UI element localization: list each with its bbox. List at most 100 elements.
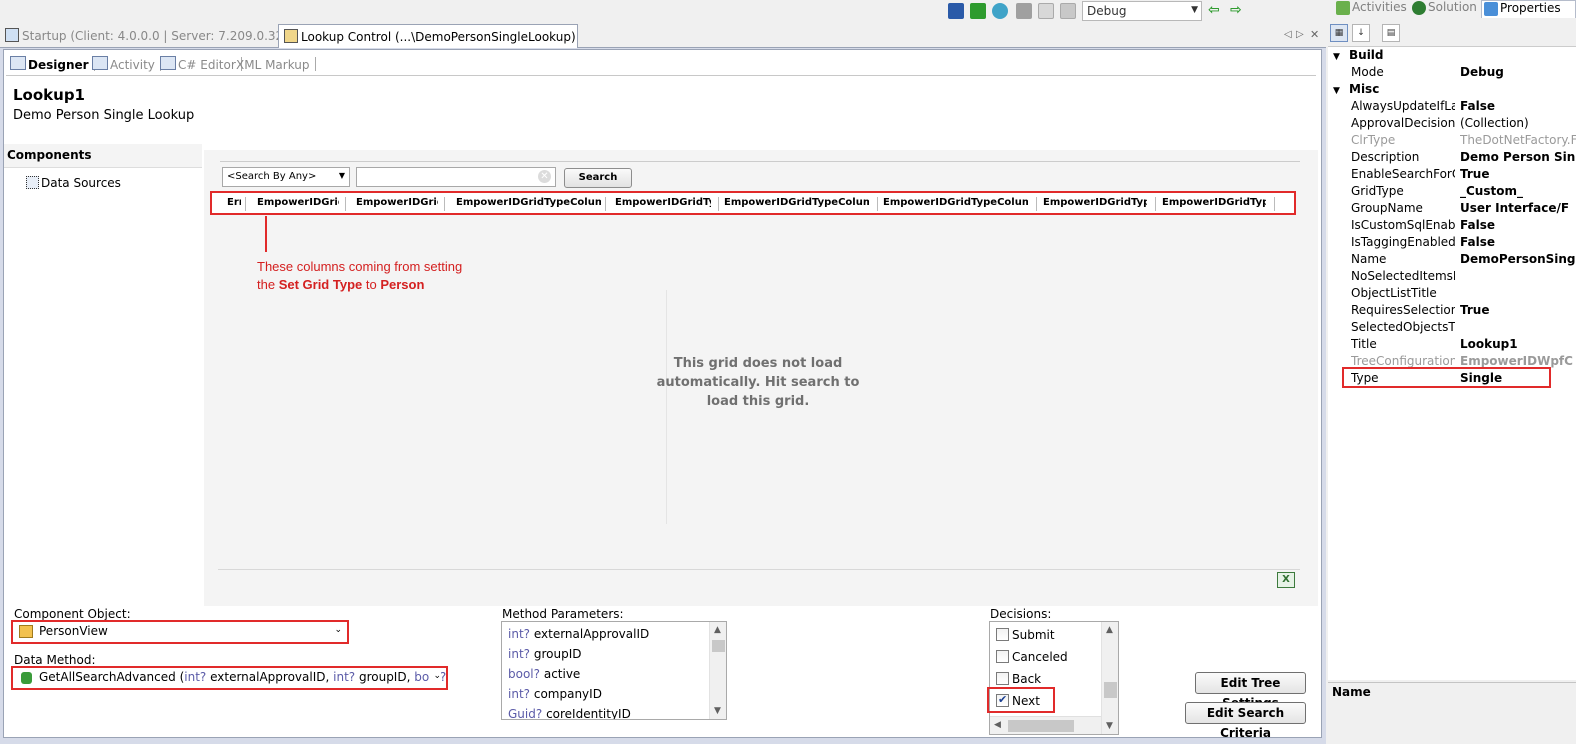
decision-item[interactable]: Canceled	[990, 648, 1100, 668]
decision-item[interactable]: Submit	[990, 626, 1100, 646]
tab-designer[interactable]: Designer	[6, 53, 95, 75]
back-arrow-icon[interactable]: ⇦	[1208, 2, 1220, 18]
property-value[interactable]: (Collection)	[1460, 116, 1576, 130]
excel-export-icon[interactable]: X	[1277, 572, 1295, 588]
property-pages-icon[interactable]: ▤	[1382, 24, 1400, 42]
decisions-list[interactable]: Submit Canceled Back Next ◀ ▲ ▼	[989, 621, 1119, 735]
column-separator[interactable]	[718, 197, 719, 211]
property-name[interactable]: GroupName	[1351, 201, 1455, 215]
horizontal-scrollbar[interactable]: ◀	[990, 716, 1102, 734]
vertical-scrollbar[interactable]: ▲ ▼	[709, 622, 726, 719]
copy-icon[interactable]	[1038, 3, 1054, 19]
column-separator[interactable]	[1274, 197, 1275, 211]
method-parameters-list[interactable]: int? externalApprovalID int? groupID boo…	[501, 621, 727, 720]
property-value[interactable]: True	[1460, 167, 1576, 181]
grid-column-header[interactable]: EmpowerIDGridTypeColumns_	[883, 197, 1028, 208]
property-value[interactable]: Lookup1	[1460, 337, 1576, 351]
column-separator[interactable]	[1155, 197, 1156, 211]
chevron-up-icon[interactable]: ▲	[1106, 625, 1113, 635]
scrollbar-thumb[interactable]	[1008, 720, 1074, 732]
column-separator[interactable]	[444, 197, 445, 211]
tree-item-data-sources[interactable]: Data Sources	[41, 176, 121, 190]
chevron-up-icon[interactable]: ▲	[714, 625, 721, 635]
column-separator[interactable]	[877, 197, 878, 211]
grid-column-header[interactable]: Err	[227, 197, 241, 208]
property-name[interactable]: ObjectListTitle	[1351, 286, 1455, 300]
list-item[interactable]: int? groupID	[508, 647, 581, 661]
grid-column-header[interactable]: EmpowerIDGridTypeC	[1043, 197, 1147, 208]
column-separator[interactable]	[1036, 197, 1037, 211]
search-button[interactable]: Search	[564, 168, 632, 188]
category-build[interactable]: ▼ Build	[1333, 48, 1384, 62]
scrollbar-thumb[interactable]	[712, 640, 725, 652]
property-name[interactable]: Description	[1351, 150, 1455, 164]
search-by-select[interactable]: <Search By Any> ▼	[222, 167, 350, 187]
property-value[interactable]: False	[1460, 99, 1576, 113]
tab-csharp-editor[interactable]: C# Editor	[156, 53, 242, 75]
property-name[interactable]: SelectedObjectsTi	[1351, 320, 1455, 334]
tab-lookup-control[interactable]: Lookup Control (...\DemoPersonSingleLook…	[278, 24, 578, 48]
property-value[interactable]: True	[1460, 303, 1576, 317]
property-value[interactable]: False	[1460, 235, 1576, 249]
collapse-icon[interactable]: ▼	[1333, 52, 1349, 62]
grid-column-header[interactable]: EmpowerIDGridTyp	[615, 197, 711, 208]
tab-solution[interactable]: Solution	[1410, 0, 1477, 18]
property-name[interactable]: TreeConfiguration	[1351, 354, 1455, 368]
scroll-right-icon[interactable]: ▷	[1296, 29, 1304, 40]
forward-arrow-icon[interactable]: ⇨	[1230, 2, 1242, 18]
check-icon[interactable]	[970, 3, 986, 19]
category-misc[interactable]: ▼ Misc	[1333, 82, 1379, 96]
property-name[interactable]: EnableSearchForO	[1351, 167, 1455, 181]
collapse-icon[interactable]: ▼	[1333, 86, 1349, 96]
column-separator[interactable]	[245, 197, 246, 211]
run-icon[interactable]	[992, 3, 1008, 19]
decision-checkbox[interactable]	[996, 650, 1009, 663]
stop-icon[interactable]	[1016, 3, 1032, 19]
list-item[interactable]: bool? active	[508, 667, 580, 681]
scrollbar-thumb[interactable]	[1104, 682, 1117, 698]
component-object-select[interactable]: PersonView ⌄	[11, 620, 349, 644]
property-value[interactable]: EmpowerIDWpfC	[1460, 354, 1576, 368]
list-item[interactable]: Guid? coreIdentityID	[508, 707, 631, 719]
close-icon[interactable]: ✕	[1310, 28, 1319, 41]
property-value[interactable]: _Custom_	[1460, 184, 1576, 198]
property-value[interactable]: False	[1460, 218, 1576, 232]
list-item[interactable]: int? companyID	[508, 687, 602, 701]
tab-activity[interactable]: Activity	[88, 53, 161, 75]
property-value[interactable]: DemoPersonSing	[1460, 252, 1576, 266]
chevron-down-icon[interactable]: ▼	[714, 706, 721, 716]
sort-alpha-icon[interactable]: ↓	[1352, 24, 1370, 42]
list-item[interactable]: int? externalApprovalID	[508, 627, 649, 641]
decision-checkbox[interactable]	[996, 672, 1009, 685]
property-name[interactable]: Title	[1351, 337, 1455, 351]
save-icon[interactable]	[948, 3, 964, 19]
grid-column-header[interactable]: EmpowerIDGridTypeColumns_	[724, 197, 869, 208]
tab-properties[interactable]: Properties	[1481, 0, 1576, 18]
scroll-left-icon[interactable]: ◁	[1284, 29, 1292, 40]
property-name[interactable]: RequiresSelection	[1351, 303, 1455, 317]
chevron-left-icon[interactable]: ◀	[994, 720, 1001, 730]
search-input[interactable]: ✕	[356, 167, 556, 187]
property-name[interactable]: GridType	[1351, 184, 1455, 198]
property-name[interactable]: Name	[1351, 252, 1455, 266]
paste-icon[interactable]	[1060, 3, 1076, 19]
property-name[interactable]: ClrType	[1351, 133, 1455, 147]
edit-tree-settings-button[interactable]: Edit Tree Settings	[1195, 672, 1306, 710]
grid-column-header[interactable]: EmpowerIDGridŢ	[356, 197, 438, 208]
property-value[interactable]: User Interface/F	[1460, 201, 1576, 215]
tab-activities[interactable]: Activities	[1334, 0, 1407, 18]
property-name[interactable]: ApprovalDecisions	[1351, 116, 1455, 130]
configuration-select[interactable]: Debug ▼	[1082, 1, 1202, 21]
property-name[interactable]: IsCustomSqlEnabl	[1351, 218, 1455, 232]
categorized-icon[interactable]: ▦	[1330, 24, 1348, 42]
decision-checkbox[interactable]	[996, 628, 1009, 641]
column-separator[interactable]	[605, 197, 606, 211]
vertical-scrollbar[interactable]: ▲ ▼	[1101, 622, 1118, 734]
grid-column-header[interactable]: EmpowerIDGridTypeC	[1162, 197, 1266, 208]
clear-icon[interactable]: ✕	[538, 170, 551, 183]
property-name[interactable]: IsTaggingEnabled	[1351, 235, 1455, 249]
property-name[interactable]: AlwaysUpdateIfLa	[1351, 99, 1455, 113]
property-value[interactable]: Demo Person Sin	[1460, 150, 1576, 164]
grid-column-header[interactable]: EmpowerIDGridTypeColumns_	[456, 197, 601, 208]
property-name[interactable]: Mode	[1351, 65, 1455, 79]
